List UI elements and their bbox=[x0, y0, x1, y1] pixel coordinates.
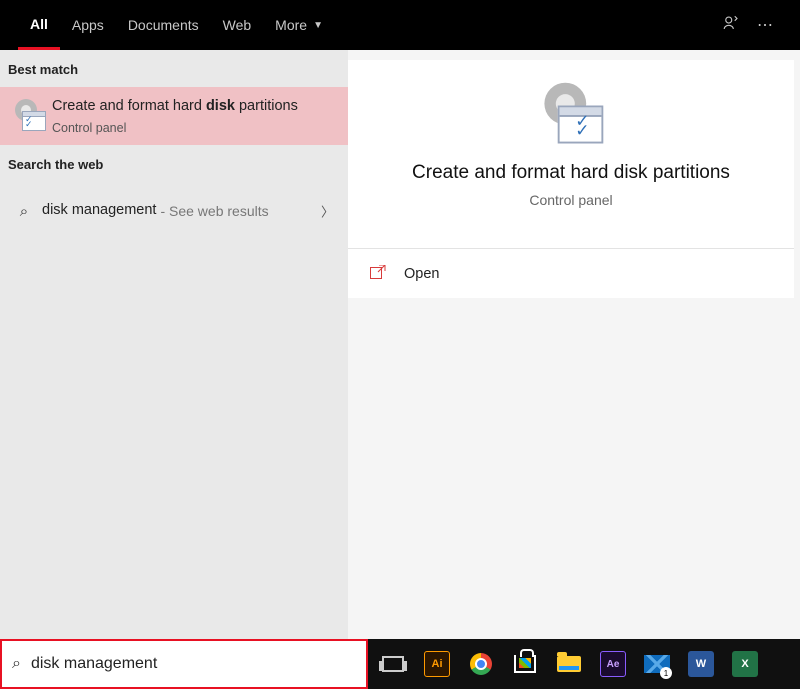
control-panel-icon: ✓✓ bbox=[10, 97, 48, 135]
mail-badge: 1 bbox=[660, 667, 672, 679]
chevron-right-icon: 〉 bbox=[321, 202, 334, 221]
taskbar-app-illustrator[interactable]: Ai bbox=[420, 647, 454, 681]
taskbar-app-excel[interactable]: X bbox=[728, 647, 762, 681]
preview-title: Create and format hard disk partitions bbox=[372, 162, 770, 184]
taskbar-app-aftereffects[interactable]: Ae bbox=[596, 647, 630, 681]
search-box[interactable]: ⌕ bbox=[0, 639, 368, 689]
taskbar-app-mail[interactable]: 1 bbox=[640, 647, 674, 681]
task-view-icon[interactable] bbox=[376, 647, 410, 681]
web-result-query: disk management bbox=[42, 201, 156, 221]
best-match-subtitle: Control panel bbox=[52, 121, 298, 135]
tab-documents[interactable]: Documents bbox=[116, 0, 211, 50]
bottom-bar: ⌕ Ai Ae 1 W X bbox=[0, 639, 800, 689]
taskbar-app-chrome[interactable] bbox=[464, 647, 498, 681]
taskbar-app-explorer[interactable] bbox=[552, 647, 586, 681]
preview-subtitle: Control panel bbox=[372, 192, 770, 208]
tab-web[interactable]: Web bbox=[211, 0, 264, 50]
open-label: Open bbox=[404, 266, 439, 282]
best-match-result[interactable]: ✓✓ Create and format hard disk partition… bbox=[0, 87, 348, 145]
chevron-down-icon: ▼ bbox=[313, 20, 323, 31]
feedback-icon[interactable] bbox=[714, 14, 748, 37]
taskbar-app-store[interactable] bbox=[508, 647, 542, 681]
tab-apps[interactable]: Apps bbox=[60, 0, 116, 50]
section-best-match: Best match bbox=[0, 50, 348, 87]
web-result-hint: - See web results bbox=[160, 203, 268, 219]
open-icon bbox=[370, 265, 388, 282]
more-options-icon[interactable]: ⋯ bbox=[748, 15, 782, 35]
results-area: Best match ✓✓ Create and format hard dis… bbox=[0, 50, 800, 639]
search-icon: ⌕ bbox=[10, 192, 38, 230]
open-action[interactable]: Open bbox=[348, 249, 794, 298]
search-icon: ⌕ bbox=[12, 655, 21, 673]
tab-all[interactable]: All bbox=[18, 0, 60, 50]
results-list: Best match ✓✓ Create and format hard dis… bbox=[0, 50, 348, 639]
control-panel-icon: ✓✓ bbox=[539, 87, 604, 144]
tab-more-label: More bbox=[275, 17, 307, 33]
taskbar: Ai Ae 1 W X bbox=[368, 639, 800, 689]
search-scope-tabbar: All Apps Documents Web More ▼ ⋯ bbox=[0, 0, 800, 50]
best-match-title: Create and format hard disk partitions bbox=[52, 97, 298, 117]
search-input[interactable] bbox=[31, 655, 356, 673]
preview-card: ✓✓ Create and format hard disk partition… bbox=[348, 60, 794, 249]
tab-more[interactable]: More ▼ bbox=[263, 0, 335, 50]
web-result[interactable]: ⌕ disk management - See web results 〉 bbox=[0, 182, 348, 240]
result-preview-pane: ✓✓ Create and format hard disk partition… bbox=[348, 50, 800, 639]
taskbar-app-word[interactable]: W bbox=[684, 647, 718, 681]
section-search-web: Search the web bbox=[0, 145, 348, 182]
